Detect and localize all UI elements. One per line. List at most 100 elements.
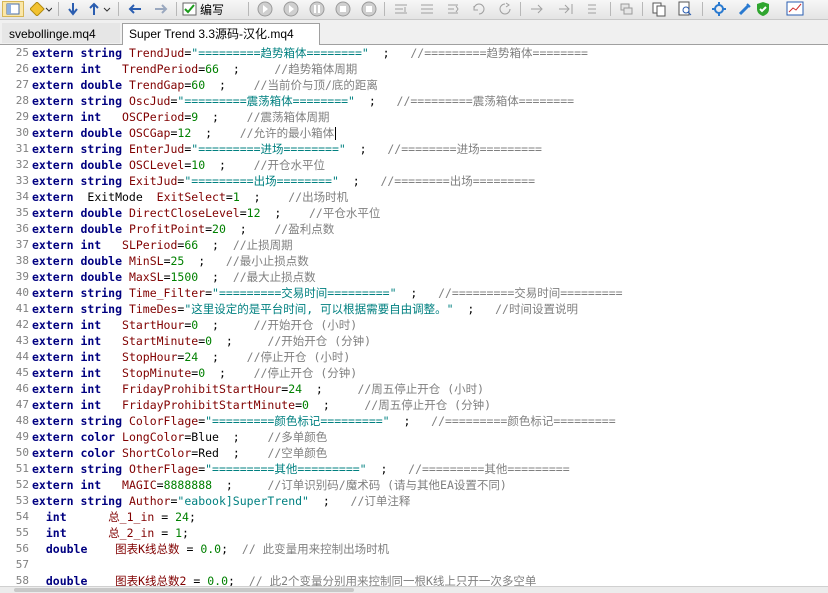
code-line[interactable]: extern int OSCPeriod=9 ; //震荡箱体周期 bbox=[32, 109, 330, 125]
code-token-kw: extern int bbox=[32, 62, 123, 76]
go-icon[interactable] bbox=[526, 1, 550, 17]
code-line[interactable]: extern double MaxSL=1500 ; //最大止损点数 bbox=[32, 269, 316, 285]
back-icon[interactable] bbox=[124, 1, 146, 17]
code-token-cm: //=========颜色标记========= bbox=[431, 414, 616, 428]
code-token-plain: = bbox=[186, 574, 208, 586]
code-token-cm: //允许的最小箱体 bbox=[239, 126, 335, 140]
code-line[interactable]: double 图表K线总数 = 0.0; // 此变量用来控制出场时机 bbox=[32, 541, 389, 557]
code-line[interactable]: int 总_1_in = 24; bbox=[32, 509, 196, 525]
code-token-kw: extern double bbox=[32, 222, 129, 236]
copy-icon[interactable] bbox=[648, 1, 670, 17]
code-line[interactable]: extern string TimeDes="这里设定的是平台时间, 可以根据需… bbox=[32, 301, 578, 317]
line-number: 35 bbox=[15, 206, 29, 219]
run-to-cursor-icon[interactable] bbox=[494, 1, 516, 17]
search-file-icon[interactable] bbox=[674, 1, 696, 17]
code-line[interactable]: extern int FridayProhibitStartMinute=0 ;… bbox=[32, 397, 491, 413]
code-editor[interactable]: 25 extern string TrendJud="=========趋势箱体=… bbox=[0, 45, 828, 586]
step-into-icon[interactable] bbox=[390, 1, 412, 17]
scrollbar-thumb[interactable] bbox=[14, 588, 354, 592]
code-line[interactable]: extern int StopHour=24 ; //停止开仓 (小时) bbox=[32, 349, 350, 365]
code-line[interactable]: extern int StartHour=0 ; //开始开仓 (小时) bbox=[32, 317, 357, 333]
code-line[interactable]: extern string ColorFlage="=========颜色标记=… bbox=[32, 413, 616, 429]
toolbar-separator bbox=[248, 2, 249, 16]
code-token-num: 24 bbox=[175, 510, 189, 524]
code-line[interactable]: extern double OSCGap=12 ; //允许的最小箱体 bbox=[32, 125, 334, 141]
run-icon[interactable] bbox=[254, 1, 276, 17]
code-token-id: 总_2_in bbox=[108, 526, 155, 540]
code-token-kw: extern int bbox=[32, 398, 123, 412]
toolbar-separator bbox=[118, 2, 119, 16]
line-number: 53 bbox=[15, 494, 29, 507]
shield-check-icon[interactable] bbox=[752, 1, 774, 17]
code-line[interactable]: extern int TrendPeriod=66 ; //趋势箱体周期 bbox=[32, 61, 357, 77]
tab-super-trend[interactable]: Super Trend 3.3源码-汉化.mq4 bbox=[122, 23, 320, 45]
code-token-plain: ; bbox=[198, 238, 233, 252]
code-token-cm: //=========其他========= bbox=[408, 462, 570, 476]
stop-icon[interactable] bbox=[332, 1, 354, 17]
line-number: 27 bbox=[15, 78, 29, 91]
code-line[interactable]: extern string EnterJud="=========进场=====… bbox=[32, 141, 542, 157]
bookmark-icon[interactable] bbox=[28, 1, 54, 17]
code-line[interactable]: extern double MinSL=25 ; //最小止损点数 bbox=[32, 253, 309, 269]
code-token-id: FridayProhibitStartHour bbox=[122, 382, 282, 396]
code-token-cm: //========出场========= bbox=[380, 174, 536, 188]
step-over-icon[interactable] bbox=[416, 1, 438, 17]
pause-icon[interactable] bbox=[306, 1, 328, 17]
code-token-kw: extern double bbox=[32, 126, 129, 140]
code-line[interactable]: extern color LongColor=Blue ; //多单颜色 bbox=[32, 429, 327, 445]
code-line[interactable]: extern string Time_Filter="=========交易时间… bbox=[32, 285, 623, 301]
code-line[interactable]: extern int MAGIC=8888888 ; //订单识别码/魔术码 (… bbox=[32, 477, 507, 493]
tab-svebollinge[interactable]: svebollinge.mq4 bbox=[2, 23, 120, 43]
code-token-num: 1 bbox=[175, 526, 183, 540]
step-out-icon[interactable] bbox=[442, 1, 464, 17]
toolbar-separator bbox=[702, 2, 703, 16]
stop-debug-icon[interactable] bbox=[358, 1, 380, 17]
code-line[interactable]: int 总_2_in = 1; bbox=[32, 525, 189, 541]
play-icon[interactable] bbox=[280, 1, 302, 17]
code-line[interactable]: extern double OSCLevel=10 ; //开仓水平位 bbox=[32, 157, 325, 173]
code-token-kw: extern string bbox=[32, 142, 129, 156]
code-line[interactable]: double 图表K线总数2 = 0.0; // 此2个变量分别用来控制同一根K… bbox=[32, 573, 537, 586]
breakpoint-icon[interactable] bbox=[468, 1, 490, 17]
code-line[interactable]: extern int StopMinute=0 ; //停止开仓 (分钟) bbox=[32, 365, 357, 381]
arrow-updown-icon[interactable] bbox=[86, 1, 114, 17]
settings-icon[interactable] bbox=[708, 1, 730, 17]
chart-icon[interactable] bbox=[784, 1, 806, 17]
code-line[interactable]: extern string ExitJud="=========出场======… bbox=[32, 173, 535, 189]
line-number: 57 bbox=[15, 558, 29, 571]
code-line[interactable]: extern string OscJud="=========震荡箱体=====… bbox=[32, 93, 574, 109]
code-token-plain: ; bbox=[308, 398, 365, 412]
code-token-plain: Red ; bbox=[198, 446, 268, 460]
code-token-cm: //多单颜色 bbox=[267, 430, 328, 444]
code-token-num: 10 bbox=[191, 158, 206, 172]
code-token-num: 12 bbox=[177, 126, 192, 140]
go-line-icon[interactable] bbox=[582, 1, 606, 17]
code-line[interactable]: extern string Author="eabook]SuperTrend"… bbox=[32, 493, 410, 509]
code-token-cm: //=========震荡箱体======== bbox=[396, 94, 575, 108]
code-token-plain: ; bbox=[205, 78, 254, 92]
code-line[interactable]: extern int SLPeriod=66 ; //止损周期 bbox=[32, 237, 293, 253]
code-line[interactable]: extern double ProfitPoint=20 ; //盈利点数 bbox=[32, 221, 334, 237]
toolbar-separator bbox=[384, 2, 385, 16]
stack-icon[interactable] bbox=[616, 1, 638, 17]
code-line[interactable]: extern string OtherFlage="=========其他===… bbox=[32, 461, 570, 477]
forward-icon[interactable] bbox=[150, 1, 172, 17]
code-token-plain: ; bbox=[184, 254, 226, 268]
arrow-down-icon[interactable] bbox=[64, 1, 82, 17]
line-number: 45 bbox=[15, 366, 29, 379]
code-token-num: 24 bbox=[184, 350, 199, 364]
code-line[interactable]: extern ExitMode ExitSelect=1 ; //出场时机 bbox=[32, 189, 348, 205]
code-line[interactable]: extern color ShortColor=Red ; //空单颜色 bbox=[32, 445, 327, 461]
code-line[interactable]: extern int FridayProhibitStartHour=24 ; … bbox=[32, 381, 484, 397]
code-line[interactable]: extern double DirectCloseLevel=12 ; //平仓… bbox=[32, 205, 380, 221]
code-token-kw: extern double bbox=[32, 158, 129, 172]
code-line[interactable]: extern int StartMinute=0 ; //开始开仓 (分钟) bbox=[32, 333, 371, 349]
compile-button[interactable]: 编写 bbox=[182, 1, 244, 17]
code-token-cm: //========进场========= bbox=[387, 142, 542, 156]
code-line[interactable]: extern double TrendGap=60 ; //当前价与顶/底的距离 bbox=[32, 77, 378, 93]
navigator-icon[interactable] bbox=[2, 1, 24, 17]
go-end-icon[interactable] bbox=[554, 1, 578, 17]
code-line[interactable]: extern string TrendJud="=========趋势箱体===… bbox=[32, 45, 588, 61]
